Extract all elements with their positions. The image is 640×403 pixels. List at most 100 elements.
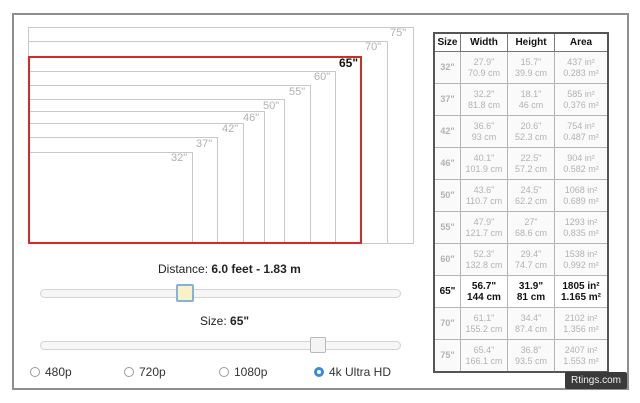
table-cell: 50" <box>433 179 461 212</box>
cell-value: 1293 in² <box>564 216 598 227</box>
cell-value: 0.487 m² <box>563 131 599 142</box>
table-cell: 904 in² 0.582 m² <box>554 147 609 180</box>
table-row: 70" 61.1" 155.2 cm 34.4" 87.4 cm 2102 in² 1.35… <box>433 307 609 340</box>
cell-value: 15.7" <box>520 56 542 67</box>
cell-value: 24.5" <box>520 184 542 195</box>
cell-value: 34.4" <box>520 312 542 323</box>
watermark: Rtings.com <box>564 372 627 389</box>
cell-value: 0.582 m² <box>563 163 599 174</box>
table-cell: 585 in² 0.376 m² <box>554 83 609 116</box>
table-cell: 60" <box>433 243 461 276</box>
cell-value: 27" <box>524 216 538 227</box>
table-cell: 754 in² 0.487 m² <box>554 115 609 148</box>
table-cell: 27" 68.6 cm <box>507 211 555 244</box>
radio-circle-icon[interactable] <box>30 367 40 377</box>
header-height: Height <box>507 32 555 52</box>
cell-value: 2407 in² <box>564 344 598 355</box>
cell-value: 60" <box>440 254 455 264</box>
table-row: 50" 43.6" 110.7 cm 24.5" 62.2 cm 1068 in² 0.68… <box>433 179 609 212</box>
table-cell: 1538 in² 0.992 m² <box>554 243 609 276</box>
distance-readout: Distance: 6.0 feet - 1.83 m <box>158 262 301 276</box>
size-readout: Size: 65" <box>200 314 249 328</box>
radio-720p[interactable]: 720p <box>124 365 166 379</box>
table-cell: 34.4" 87.4 cm <box>507 307 555 340</box>
header-width: Width <box>460 32 508 52</box>
table-header-row: Size Width Height Area <box>433 32 609 52</box>
table-row: 65" 56.7" 144 cm 31.9" 81 cm 1805 in² 1.165 m² <box>433 275 609 308</box>
cell-value: 52.3 cm <box>514 131 547 142</box>
cell-value: 2102 in² <box>564 312 598 323</box>
distance-slider[interactable] <box>40 289 401 298</box>
table-cell: 24.5" 62.2 cm <box>507 179 555 212</box>
table-cell: 55" <box>433 211 461 244</box>
cell-value: 110.7 cm <box>465 195 503 206</box>
table-row: 55" 47.9" 121.7 cm 27" 68.6 cm 1293 in² 0.835 … <box>433 211 609 244</box>
cell-value: 144 cm <box>467 291 501 303</box>
cell-value: 132.8 cm <box>465 259 503 270</box>
distance-slider-handle[interactable] <box>176 284 194 302</box>
table-cell: 47.9" 121.7 cm <box>460 211 508 244</box>
cell-value: 32.2" <box>473 88 495 99</box>
radio-circle-icon[interactable] <box>124 367 134 377</box>
table-cell: 27.9" 70.9 cm <box>460 51 508 84</box>
table-cell: 75" <box>433 339 461 373</box>
cell-value: 74.7 cm <box>514 259 547 270</box>
cell-value: 1.356 m² <box>563 323 599 334</box>
table-row: 60" 52.3" 132.8 cm 29.4" 74.7 cm 1538 in² 0.99… <box>433 243 609 276</box>
cell-value: 36.8" <box>520 344 542 355</box>
radio-480p[interactable]: 480p <box>30 365 72 379</box>
radio-4k-ultra-hd[interactable]: 4k Ultra HD <box>314 365 391 379</box>
cell-value: 46" <box>440 158 455 168</box>
cell-value: 904 in² <box>567 152 595 163</box>
cell-value: 75" <box>440 350 455 360</box>
size-table: Size Width Height Area 32" 27.9" 70.9 cm 15… <box>433 32 609 373</box>
cell-value: 81 cm <box>516 291 546 303</box>
cell-value: 36.6" <box>473 120 495 131</box>
cell-value: 46 cm <box>518 99 544 110</box>
table-cell: 31.9" 81 cm <box>507 275 555 308</box>
cell-value: 754 in² <box>567 120 595 131</box>
cell-value: 0.283 m² <box>563 67 599 78</box>
radio-1080p[interactable]: 1080p <box>219 365 267 379</box>
radio-label: 720p <box>139 365 166 379</box>
cell-value: 20.6" <box>520 120 542 131</box>
cell-value: 1.165 m² <box>560 291 602 303</box>
table-row: 46" 40.1" 101.9 cm 22.5" 57.2 cm 904 in² 0.582… <box>433 147 609 180</box>
table-cell: 43.6" 110.7 cm <box>460 179 508 212</box>
size-slider[interactable] <box>40 341 401 350</box>
cell-value: 1805 in² <box>562 280 600 292</box>
table-cell: 18.1" 46 cm <box>507 83 555 116</box>
table-cell: 22.5" 57.2 cm <box>507 147 555 180</box>
table-cell: 65.4" 166.1 cm <box>460 339 508 373</box>
radio-circle-icon[interactable] <box>314 367 324 377</box>
table-cell: 70" <box>433 307 461 340</box>
table-cell: 1293 in² 0.835 m² <box>554 211 609 244</box>
cell-value: 70" <box>440 318 455 328</box>
table-cell: 65" <box>433 275 461 308</box>
cell-value: 70.9 cm <box>467 67 500 78</box>
cell-value: 0.835 m² <box>563 227 599 238</box>
table-cell: 32.2" 81.8 cm <box>460 83 508 116</box>
table-cell: 61.1" 155.2 cm <box>460 307 508 340</box>
screen-label-70: 70" <box>365 41 382 53</box>
cell-value: 52.3" <box>473 248 495 259</box>
screen-outline-65-selected <box>28 56 362 244</box>
cell-value: 39.9 cm <box>514 67 547 78</box>
cell-value: 81.8 cm <box>467 99 500 110</box>
cell-value: 43.6" <box>473 184 495 195</box>
table-cell: 1068 in² 0.689 m² <box>554 179 609 212</box>
cell-value: 87.4 cm <box>514 323 547 334</box>
cell-value: 18.1" <box>520 88 542 99</box>
table-row: 32" 27.9" 70.9 cm 15.7" 39.9 cm 437 in² 0.283 … <box>433 51 609 84</box>
table-cell: 29.4" 74.7 cm <box>507 243 555 276</box>
cell-value: 1538 in² <box>564 248 598 259</box>
cell-value: 437 in² <box>567 56 595 67</box>
cell-value: 0.992 m² <box>563 259 599 270</box>
cell-value: 1068 in² <box>564 184 598 195</box>
size-slider-handle[interactable] <box>310 337 326 353</box>
screen-label-65: 65" <box>339 56 359 70</box>
cell-value: 585 in² <box>567 88 595 99</box>
cell-value: 61.1" <box>473 312 495 323</box>
radio-circle-icon[interactable] <box>219 367 229 377</box>
cell-value: 37" <box>440 94 455 104</box>
